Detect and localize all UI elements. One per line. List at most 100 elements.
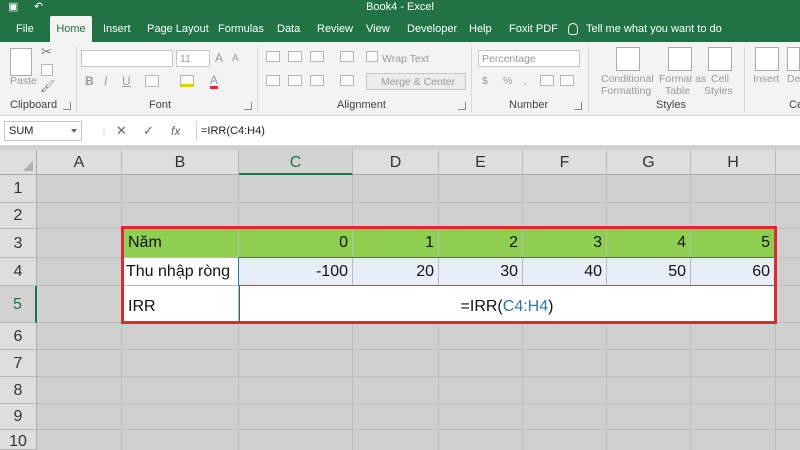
cell-styles-label-2[interactable]: Styles: [704, 85, 733, 97]
align-center-icon[interactable]: [288, 75, 302, 86]
alignment-launcher-icon[interactable]: [458, 102, 466, 110]
row-header-7[interactable]: 7: [0, 350, 37, 377]
column-header-b[interactable]: B: [122, 150, 239, 175]
font-color-icon[interactable]: A: [210, 74, 219, 89]
group-separator: [588, 46, 589, 112]
tab-data[interactable]: Data: [271, 16, 306, 42]
row-header-5[interactable]: 5: [0, 286, 37, 323]
insert-function-button[interactable]: fx: [171, 122, 180, 140]
conditional-formatting-label-2[interactable]: Formatting: [601, 85, 651, 97]
insert-cells-label[interactable]: Insert: [753, 73, 779, 85]
format-as-table-icon[interactable]: [668, 47, 692, 71]
merge-center-button[interactable]: Merge & Center: [366, 73, 466, 90]
clipboard-group-label: Clipboard: [10, 99, 58, 111]
ribbon-home: Paste ✂ 🖌 Clipboard 11 A A B I U A Font …: [0, 42, 800, 116]
tab-home[interactable]: Home: [50, 16, 92, 42]
column-header-h[interactable]: H: [691, 150, 776, 175]
number-format-select[interactable]: Percentage: [478, 50, 580, 67]
row-header-2[interactable]: 2: [0, 203, 37, 229]
column-header-d[interactable]: D: [353, 150, 439, 175]
cells-group-label: Ce: [789, 99, 800, 111]
percent-button[interactable]: %: [503, 75, 512, 87]
merge-center-label: Merge & Center: [381, 76, 456, 88]
tab-insert[interactable]: Insert: [97, 16, 137, 42]
currency-button[interactable]: $: [482, 75, 488, 87]
delete-cells-icon[interactable]: [787, 47, 800, 71]
italic-button[interactable]: I: [104, 75, 107, 87]
row-header-6[interactable]: 6: [0, 323, 37, 350]
font-name-select[interactable]: [81, 50, 173, 67]
number-launcher-icon[interactable]: [574, 102, 582, 110]
group-separator: [257, 46, 258, 112]
decrease-decimal-icon[interactable]: [560, 75, 574, 86]
tab-file[interactable]: File: [10, 16, 40, 42]
name-box[interactable]: SUM: [4, 121, 82, 141]
row-header-1[interactable]: 1: [0, 175, 37, 203]
format-painter-icon[interactable]: 🖌: [40, 80, 55, 92]
tab-view[interactable]: View: [360, 16, 396, 42]
font-size-select[interactable]: 11: [176, 50, 210, 67]
cell-styles-icon[interactable]: [708, 47, 732, 71]
cell-styles-label-1[interactable]: Cell: [711, 73, 729, 85]
chevron-down-icon[interactable]: [71, 129, 77, 133]
align-top-icon[interactable]: [266, 51, 280, 62]
highlight-box: [121, 226, 777, 324]
formula-input[interactable]: =IRR(C4:H4): [196, 121, 796, 141]
paste-label[interactable]: Paste: [10, 75, 37, 87]
cut-icon[interactable]: ✂: [41, 45, 52, 58]
conditional-formatting-label-1[interactable]: Conditional: [601, 73, 654, 85]
row-header-3[interactable]: 3: [0, 229, 37, 258]
gridline: [37, 376, 800, 377]
gridline: [37, 202, 800, 203]
cancel-icon[interactable]: ✕: [116, 122, 127, 140]
borders-icon[interactable]: [145, 75, 159, 87]
tell-me-box[interactable]: Tell me what you want to do: [568, 16, 722, 42]
row-header-4[interactable]: 4: [0, 258, 37, 286]
align-left-icon[interactable]: [266, 75, 280, 86]
lightbulb-icon: [568, 23, 578, 36]
clipboard-launcher-icon[interactable]: [63, 102, 71, 110]
wrap-text-button[interactable]: Wrap Text: [382, 53, 429, 65]
shrink-font-button[interactable]: A: [232, 53, 239, 65]
underline-button[interactable]: U: [122, 75, 131, 87]
column-header-f[interactable]: F: [523, 150, 607, 175]
column-header-c[interactable]: C: [239, 150, 353, 175]
format-as-table-label-2[interactable]: Table: [665, 85, 690, 97]
insert-cells-icon[interactable]: [755, 47, 779, 71]
font-launcher-icon[interactable]: [244, 102, 252, 110]
grow-font-button[interactable]: A: [215, 52, 223, 64]
formula-bar: SUM ⋮ ✕ ✓ fx =IRR(C4:H4): [0, 116, 800, 146]
comma-button[interactable]: ,: [524, 75, 527, 87]
align-middle-icon[interactable]: [288, 51, 302, 62]
font-group-label: Font: [149, 99, 172, 111]
tab-help[interactable]: Help: [463, 16, 498, 42]
gridline: [37, 429, 800, 430]
tab-review[interactable]: Review: [311, 16, 359, 42]
copy-icon[interactable]: [41, 64, 53, 76]
increase-decimal-icon[interactable]: [540, 75, 554, 86]
tab-formulas[interactable]: Formulas: [212, 16, 270, 42]
bold-button[interactable]: B: [85, 75, 94, 87]
wrap-text-icon[interactable]: [366, 51, 378, 62]
conditional-formatting-icon[interactable]: [616, 47, 640, 71]
row-header-10[interactable]: 10: [0, 430, 37, 450]
fill-color-icon[interactable]: [180, 75, 194, 87]
tab-page-layout[interactable]: Page Layout: [141, 16, 215, 42]
tab-developer[interactable]: Developer: [401, 16, 463, 42]
column-header-g[interactable]: G: [607, 150, 691, 175]
orientation-icon[interactable]: [340, 51, 354, 62]
column-header-a[interactable]: A: [37, 150, 122, 175]
format-as-table-label-1[interactable]: Format as: [659, 73, 706, 85]
delete-cells-label[interactable]: De: [787, 73, 800, 85]
select-all-button[interactable]: [0, 150, 37, 175]
group-separator: [471, 46, 472, 112]
enter-icon[interactable]: ✓: [143, 122, 154, 140]
row-header-8[interactable]: 8: [0, 377, 37, 404]
tab-foxit-pdf[interactable]: Foxit PDF: [503, 16, 564, 42]
indent-icon[interactable]: [340, 75, 354, 86]
align-bottom-icon[interactable]: [310, 51, 324, 62]
column-header-e[interactable]: E: [439, 150, 523, 175]
row-header-9[interactable]: 9: [0, 404, 37, 430]
paste-icon[interactable]: [10, 48, 32, 76]
align-right-icon[interactable]: [310, 75, 324, 86]
